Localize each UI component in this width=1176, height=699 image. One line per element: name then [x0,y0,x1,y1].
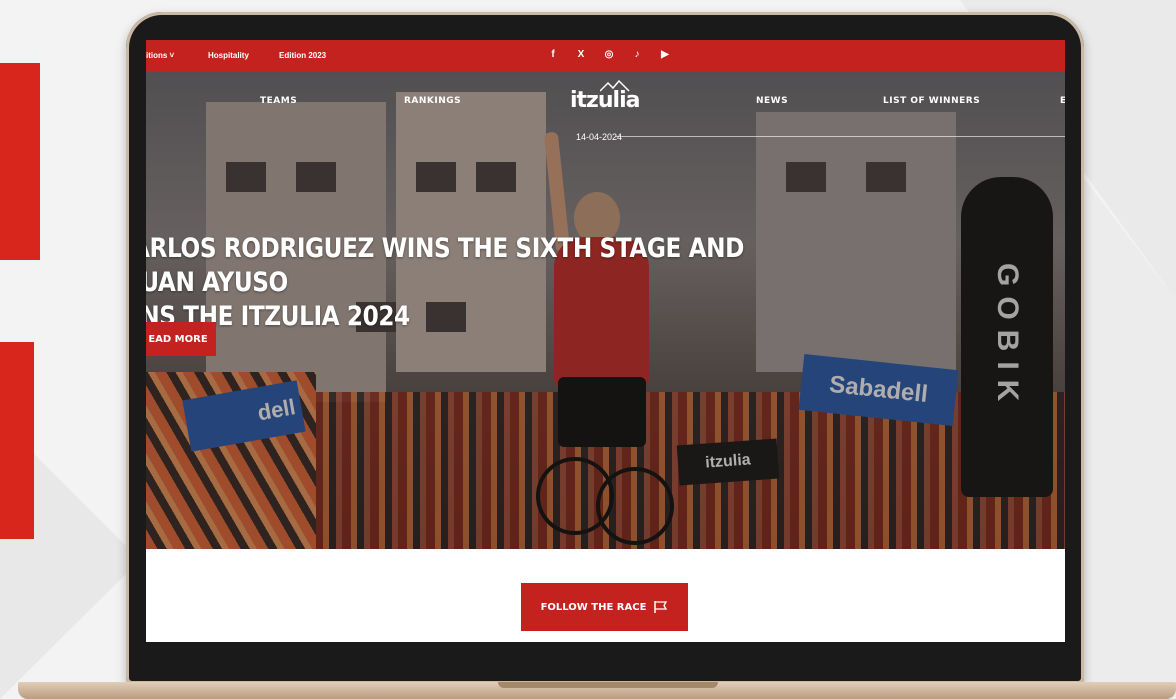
laptop-screen: Sabadell dell GOBIK itzulia itions ˅ Hos… [146,40,1065,642]
social-links: f X ◎ ♪ ▶ [546,48,672,62]
instagram-icon[interactable]: ◎ [602,48,616,62]
nav-item-teams[interactable]: TEAMS [260,96,297,106]
facebook-icon[interactable]: f [546,48,560,62]
topbar-link-hospitality[interactable]: Hospitality [208,51,249,60]
topbar-link-editions[interactable]: itions ˅ [146,51,174,60]
read-more-button[interactable]: EAD MORE [146,322,216,356]
nav-divider [616,136,1065,137]
x-icon[interactable]: X [574,48,588,62]
flag-icon [654,601,668,613]
laptop-notch [498,682,718,688]
topbar-link-edition-2023[interactable]: Edition 2023 [279,51,326,60]
headline-line-1: ARLOS RODRIGUEZ WINS THE SIXTH STAGE AND… [146,233,745,298]
youtube-icon[interactable]: ▶ [658,48,672,62]
site-logo[interactable]: itzulia [570,88,640,113]
tiktok-icon[interactable]: ♪ [630,48,644,62]
decor-red-block-top [0,63,40,260]
follow-the-race-label: FOLLOW THE RACE [540,601,647,613]
follow-the-race-button[interactable]: FOLLOW THE RACE [521,583,688,631]
headline-line-2: INS THE ITZULIA 2024 [146,301,410,332]
hero-headline[interactable]: ARLOS RODRIGUEZ WINS THE SIXTH STAGE AND… [146,232,768,334]
nav-item-overflow[interactable]: E [1060,96,1065,106]
article-date: 14-04-2024 [576,132,623,142]
nav-item-news[interactable]: NEWS [756,96,788,106]
top-bar: itions ˅ Hospitality Edition 2023 f X ◎ … [146,40,1065,72]
decor-red-block-bottom [0,342,34,539]
nav-item-list-of-winners[interactable]: LIST OF WINNERS [883,96,980,106]
nav-item-rankings[interactable]: RANKINGS [404,96,461,106]
